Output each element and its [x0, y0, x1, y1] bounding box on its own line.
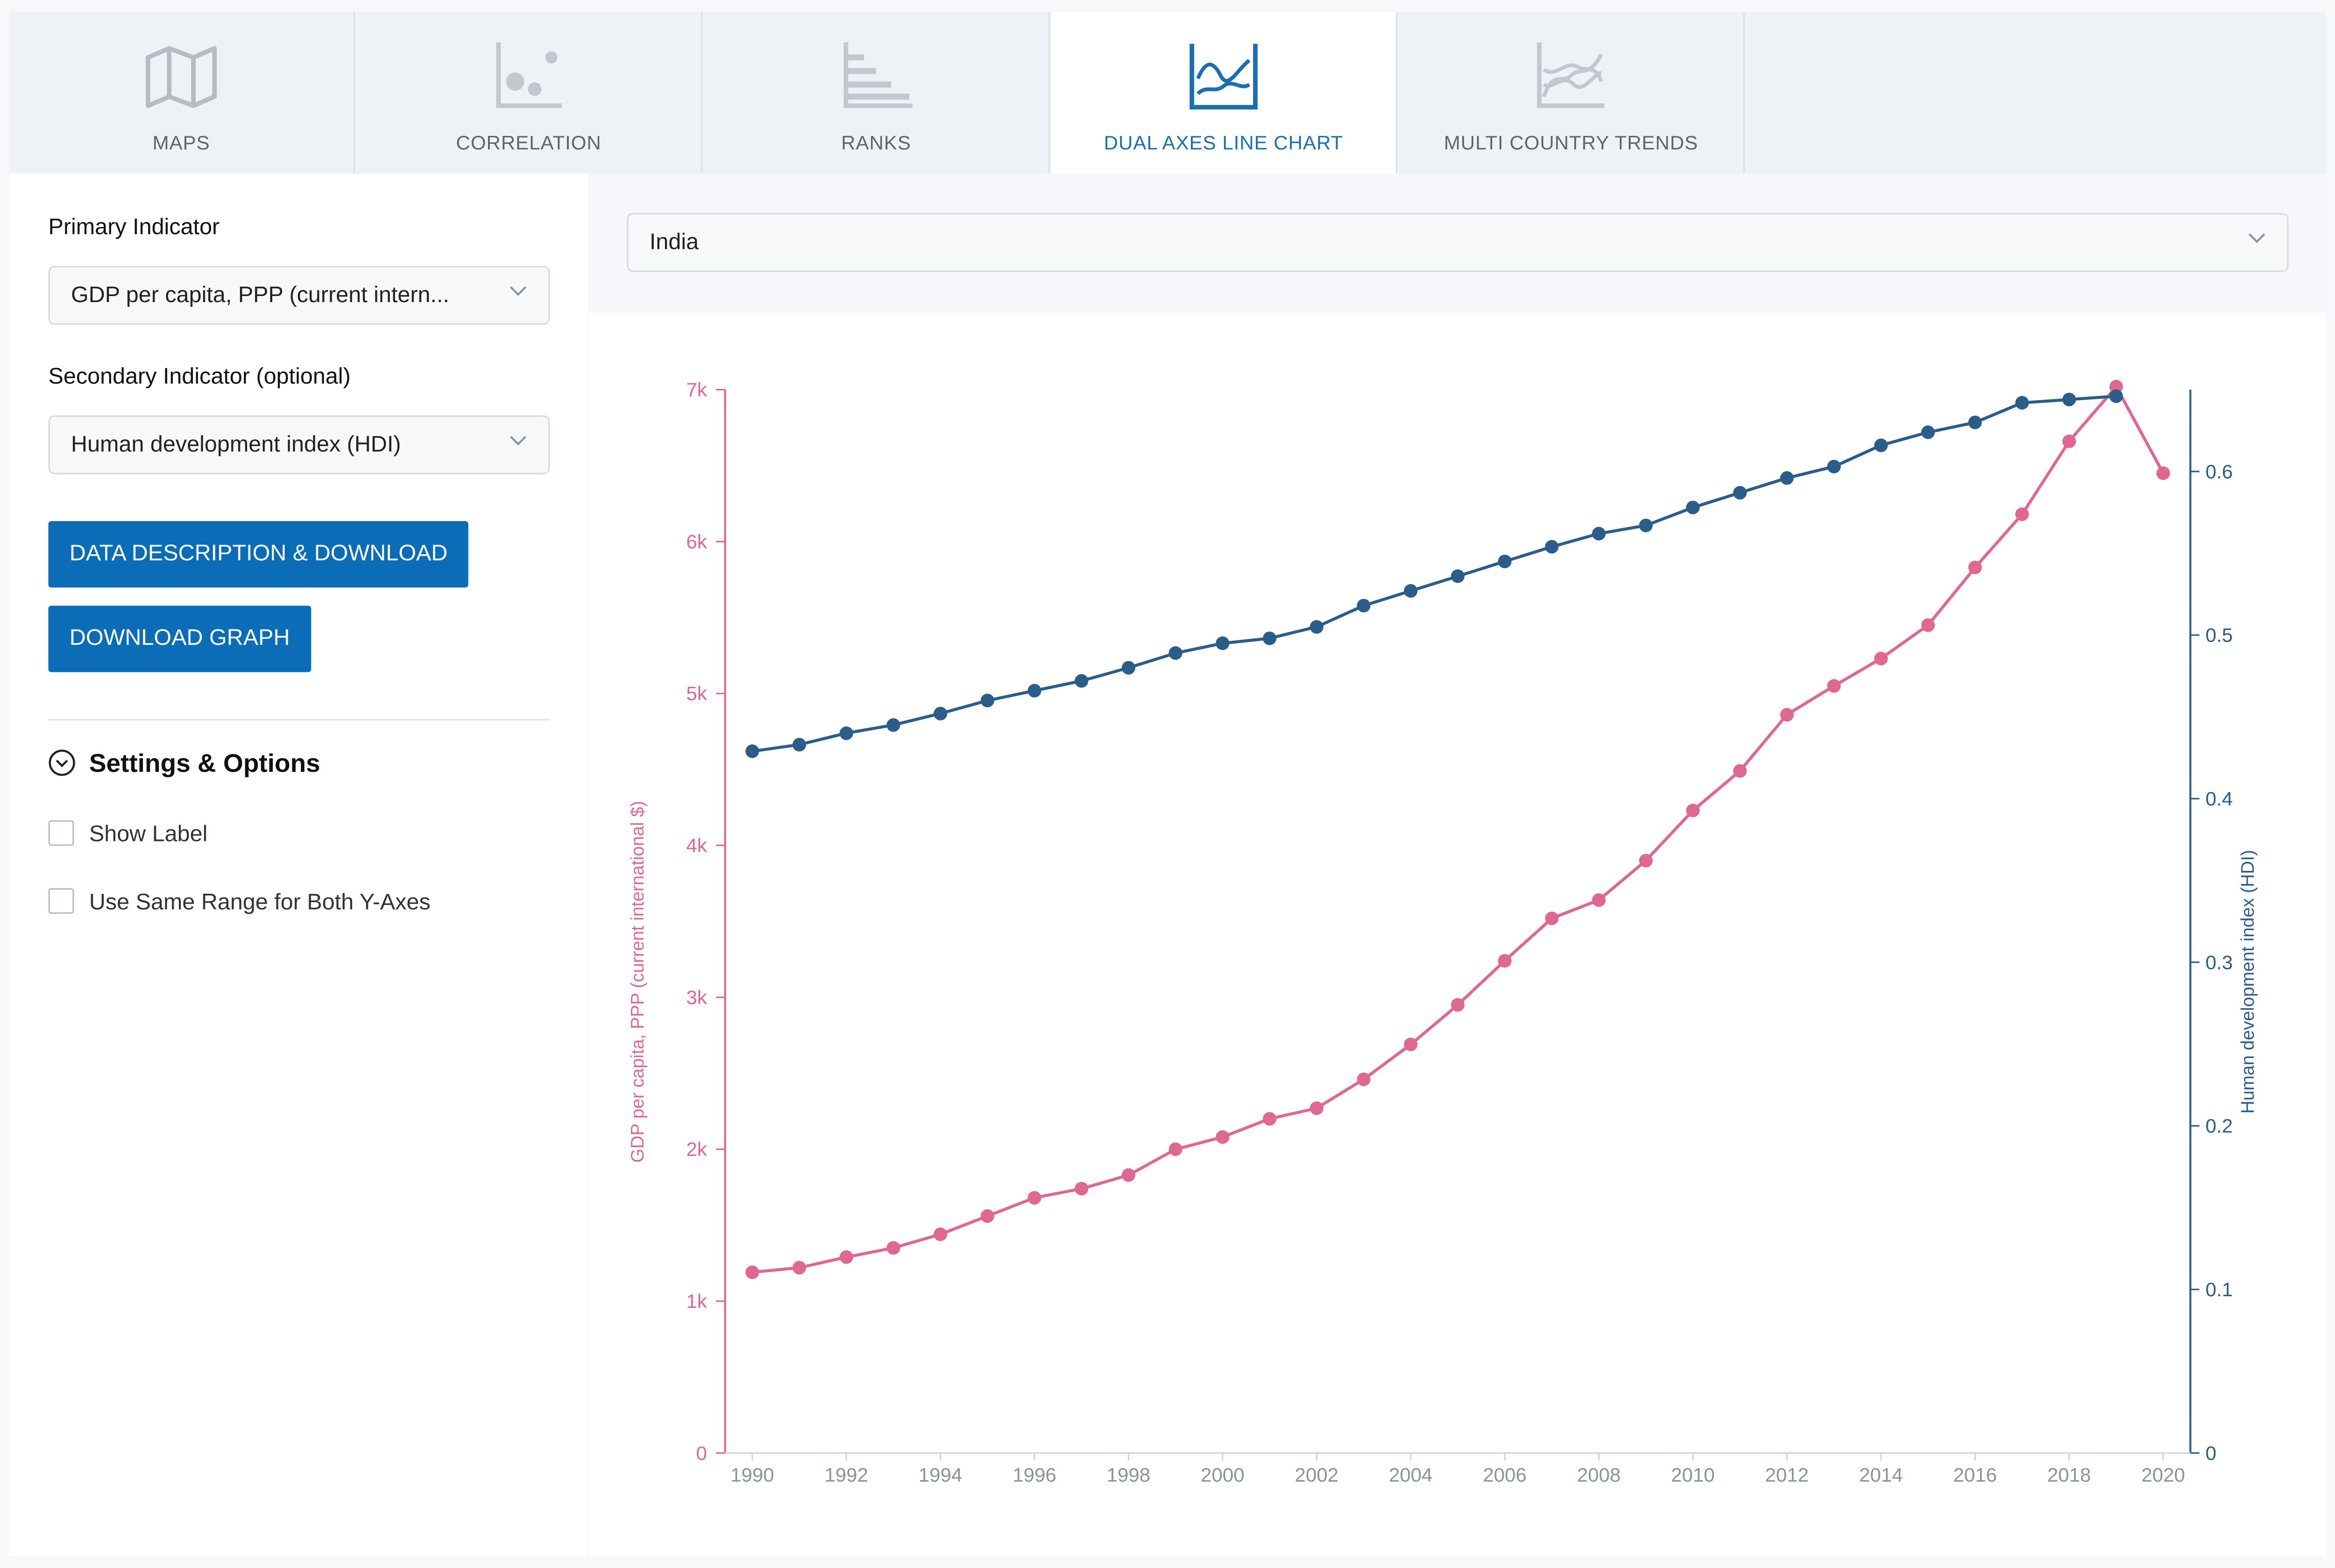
x-tick-label: 2002	[1295, 1464, 1339, 1486]
data-point	[1498, 954, 1512, 968]
data-point	[2015, 507, 2029, 521]
data-point	[1545, 911, 1559, 925]
data-point	[1874, 438, 1888, 452]
data-point	[1921, 618, 1935, 632]
right-axis-title: Human development index (HDI)	[2238, 850, 2258, 1114]
right-tick-label: 0.1	[2206, 1278, 2233, 1300]
app-frame: MAPS CORRELATION RANKS DUAL AXES LINE CH…	[0, 0, 2335, 1568]
data-point	[1639, 854, 1653, 868]
data-point	[934, 706, 948, 720]
x-tick-label: 1998	[1107, 1464, 1151, 1486]
data-point	[1309, 1101, 1323, 1115]
data-point	[1309, 620, 1323, 634]
right-tick-label: 0.4	[2206, 788, 2233, 810]
data-point	[839, 1250, 853, 1264]
data-point	[1545, 540, 1559, 554]
data-point	[1921, 425, 1935, 439]
data-point	[1733, 764, 1747, 778]
data-point	[1780, 471, 1794, 485]
right-tick-label: 0	[2206, 1442, 2216, 1464]
x-tick-label: 2010	[1671, 1464, 1715, 1486]
data-point	[980, 693, 994, 707]
data-point	[980, 1209, 994, 1223]
data-point	[1451, 998, 1465, 1012]
series-line-0	[752, 385, 2165, 1274]
data-point	[1639, 518, 1653, 532]
data-point	[2156, 466, 2170, 480]
data-point	[1263, 1112, 1277, 1126]
x-tick-label: 2006	[1483, 1464, 1527, 1486]
right-tick-label: 0.6	[2206, 460, 2233, 482]
data-point	[1592, 527, 1606, 541]
data-point	[1827, 679, 1841, 693]
left-tick-label: 6k	[686, 530, 707, 552]
data-point	[1168, 1142, 1182, 1156]
data-point	[2109, 389, 2123, 403]
x-tick-label: 1990	[730, 1464, 774, 1486]
left-tick-label: 1k	[686, 1290, 707, 1312]
data-point	[1498, 554, 1512, 568]
data-point	[1451, 569, 1465, 583]
x-tick-label: 2014	[1859, 1464, 1903, 1486]
data-point	[2062, 393, 2076, 407]
data-point	[745, 744, 759, 758]
x-tick-label: 1996	[1012, 1464, 1056, 1486]
data-point	[1263, 631, 1277, 645]
x-tick-label: 2008	[1577, 1464, 1621, 1486]
data-point	[1216, 636, 1230, 650]
data-point	[745, 1265, 759, 1279]
left-tick-label: 7k	[686, 379, 707, 401]
dual-axes-line-chart: 0 1k 2k 3k 4k 5k 6k 7k 0 0.1 0.2 0.3 0.4 0.5 0.6 1990 19…	[628, 379, 2258, 1486]
data-point	[1874, 651, 1888, 665]
data-point	[2015, 396, 2029, 410]
data-point	[1404, 584, 1418, 598]
left-tick-label: 0	[696, 1442, 707, 1464]
data-point	[1357, 599, 1371, 613]
left-tick-label: 3k	[686, 986, 707, 1008]
series-line-1	[752, 395, 2116, 753]
data-point	[1827, 459, 1841, 473]
data-point	[1686, 501, 1700, 515]
data-point	[1357, 1072, 1371, 1087]
data-point	[1027, 684, 1041, 698]
data-point	[1733, 486, 1747, 500]
left-tick-label: 2k	[686, 1138, 707, 1160]
left-tick-label: 5k	[686, 683, 707, 705]
data-point	[839, 726, 853, 740]
x-tick-label: 2018	[2047, 1464, 2091, 1486]
x-tick-label: 2004	[1389, 1464, 1433, 1486]
data-point	[934, 1227, 948, 1241]
right-tick-label: 0.3	[2206, 951, 2233, 973]
data-point	[1075, 674, 1089, 688]
data-point	[1404, 1038, 1418, 1052]
data-point	[886, 1241, 900, 1255]
data-point	[1968, 560, 1982, 574]
data-point	[1780, 708, 1794, 722]
data-point	[1592, 893, 1606, 907]
x-tick-label: 2020	[2141, 1464, 2185, 1486]
data-point	[1968, 416, 1982, 430]
data-point	[2062, 434, 2076, 448]
data-point	[1121, 661, 1136, 675]
x-tick-label: 2000	[1201, 1464, 1245, 1486]
left-tick-label: 4k	[686, 834, 707, 856]
data-point	[1027, 1191, 1041, 1205]
data-point	[1686, 804, 1700, 818]
right-tick-label: 0.2	[2206, 1115, 2233, 1137]
right-tick-label: 0.5	[2206, 624, 2233, 646]
data-point	[1075, 1182, 1089, 1196]
data-point	[1216, 1130, 1230, 1144]
data-point	[1121, 1168, 1136, 1182]
data-point	[792, 1261, 807, 1275]
x-tick-label: 1994	[919, 1464, 962, 1486]
x-tick-label: 2016	[1953, 1464, 1997, 1486]
x-tick-label: 1992	[825, 1464, 869, 1486]
x-tick-label: 2012	[1765, 1464, 1809, 1486]
data-point	[886, 718, 900, 732]
data-point	[1168, 646, 1182, 660]
left-axis-title: GDP per capita, PPP (current internation…	[628, 801, 648, 1163]
data-point	[792, 738, 807, 752]
